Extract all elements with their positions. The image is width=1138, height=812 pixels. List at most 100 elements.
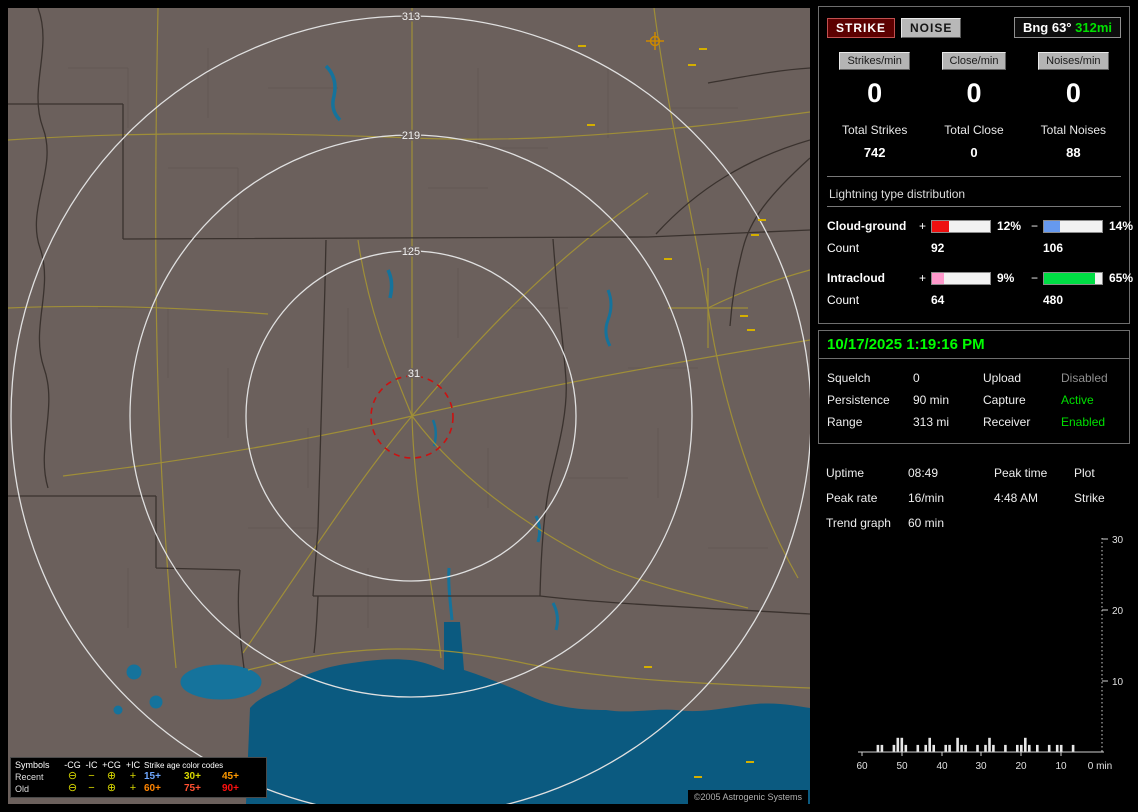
age-75: 75+: [184, 783, 222, 794]
ring-label-219: 219: [402, 130, 420, 142]
minus-sign: −: [1031, 271, 1043, 285]
copyright-text: ©2005 Astrogenic Systems: [688, 790, 808, 804]
neg-ic-recent-icon: −: [82, 771, 101, 782]
bearing-readout: Bng 63° 312mi: [1014, 17, 1121, 38]
persistence-value: 90 min: [913, 393, 983, 407]
intracloud-count-row: Count 64 480: [825, 293, 1123, 307]
ic-minus-count: 480: [1043, 293, 1103, 307]
range-label: Range: [827, 415, 913, 429]
neg-cg-recent-icon: ⊖: [63, 771, 82, 782]
plot-value: Strike: [1074, 491, 1122, 505]
uptime-label: Uptime: [826, 466, 908, 480]
ic-plus-count: 64: [931, 293, 991, 307]
lightning-map[interactable]: 313 219 125 31 Symbols -CG -IC +CG +IC S…: [8, 8, 810, 804]
total-noises-label: Total Noises: [1041, 123, 1106, 137]
ic-plus-bar: [931, 272, 991, 285]
age-45: 45+: [222, 771, 262, 782]
peak-time-label: Peak time: [994, 466, 1074, 480]
cg-plus-count: 92: [931, 241, 991, 255]
distribution-title: Lightning type distribution: [827, 177, 1121, 207]
upload-label: Upload: [983, 371, 1061, 385]
legend-symbols-header: Symbols: [15, 760, 63, 770]
cg-plus-pct: 12%: [991, 219, 1031, 233]
noises-per-min-button[interactable]: Noises/min: [1038, 52, 1108, 70]
ring-label-313: 313: [402, 11, 420, 23]
plot-label: Plot: [1074, 466, 1122, 480]
x-tick-10: 10: [1055, 761, 1067, 772]
y-tick-20: 20: [1112, 606, 1124, 617]
cg-minus-count: 106: [1043, 241, 1103, 255]
age-15: 15+: [144, 771, 184, 782]
plus-sign: +: [919, 219, 931, 233]
x-tick-20: 20: [1015, 761, 1027, 772]
count-label: Count: [827, 241, 919, 255]
neg-cg-old-icon: ⊖: [63, 783, 82, 794]
cloud-ground-row: Cloud-ground + 12% − 14%: [825, 219, 1123, 233]
x-tick-50: 50: [896, 761, 908, 772]
cloud-ground-count-row: Count 92 106: [825, 241, 1123, 255]
receiver-label: Receiver: [983, 415, 1061, 429]
peak-time-value: 4:48 AM: [994, 491, 1074, 505]
range-value: 313 mi: [913, 415, 983, 429]
noises-per-min-value: 0: [1066, 78, 1081, 109]
pos-ic-recent-icon: +: [122, 771, 144, 782]
x-tick-60: 60: [856, 761, 868, 772]
neg-ic-old-icon: −: [82, 783, 101, 794]
legend-col-pos-cg: +CG: [101, 760, 122, 770]
x-tick-0: 0 min: [1088, 761, 1112, 772]
minus-sign: −: [1031, 219, 1043, 233]
intracloud-row: Intracloud + 9% − 65%: [825, 271, 1123, 285]
status-panel: STRIKE NOISE Bng 63° 312mi Strikes/min C…: [818, 6, 1130, 787]
strikes-per-min-button[interactable]: Strikes/min: [839, 52, 909, 70]
total-close-label: Total Close: [944, 123, 1003, 137]
axis-labels: 30 20 10 60 50 40 30 20 10 0 min: [856, 535, 1123, 772]
age-30: 30+: [184, 771, 222, 782]
statistics-box: STRIKE NOISE Bng 63° 312mi Strikes/min C…: [818, 6, 1130, 324]
squelch-value: 0: [913, 371, 983, 385]
ic-minus-pct: 65%: [1103, 271, 1133, 285]
capture-status: Active: [1061, 393, 1121, 407]
legend-row-old: Old: [15, 784, 63, 794]
age-60: 60+: [144, 783, 184, 794]
pos-cg-old-icon: ⊕: [101, 783, 122, 794]
y-tick-30: 30: [1112, 535, 1124, 546]
legend-row-recent: Recent: [15, 772, 63, 782]
legend-col-pos-ic: +IC: [122, 760, 144, 770]
axis-ticks: [862, 539, 1108, 756]
legend-col-neg-cg: -CG: [63, 760, 82, 770]
persistence-label: Persistence: [827, 393, 913, 407]
close-per-min-button[interactable]: Close/min: [942, 52, 1007, 70]
cg-minus-bar: [1043, 220, 1103, 233]
ring-label-125: 125: [402, 246, 420, 258]
age-90: 90+: [222, 783, 262, 794]
squelch-label: Squelch: [827, 371, 913, 385]
receiver-status: Enabled: [1061, 415, 1121, 429]
total-strikes-value: 742: [864, 145, 886, 160]
count-label: Count: [827, 293, 919, 307]
datetime-display: 10/17/2025 1:19:16 PM: [819, 331, 1129, 359]
settings-box: 10/17/2025 1:19:16 PM Squelch 0 Upload D…: [818, 330, 1130, 444]
ic-minus-bar: [1043, 272, 1103, 285]
pos-cg-recent-icon: ⊕: [101, 771, 122, 782]
strikes-per-min-value: 0: [867, 78, 882, 109]
map-canvas: 313 219 125 31: [8, 8, 810, 804]
total-noises-value: 88: [1066, 145, 1080, 160]
strike-button[interactable]: STRIKE: [827, 18, 895, 38]
uptime-section: Uptime 08:49 Peak time Plot Peak rate 16…: [818, 466, 1130, 530]
total-strikes-label: Total Strikes: [842, 123, 907, 137]
cg-minus-pct: 14%: [1103, 219, 1133, 233]
upload-status: Disabled: [1061, 371, 1121, 385]
x-tick-30: 30: [975, 761, 987, 772]
uptime-value: 08:49: [908, 466, 994, 480]
ring-label-31: 31: [408, 368, 420, 380]
trend-graph: 30 20 10 60 50 40 30 20 10 0 min: [832, 534, 1132, 782]
distance-value: 312mi: [1075, 20, 1112, 35]
peak-rate-value: 16/min: [908, 491, 994, 505]
cloud-ground-label: Cloud-ground: [827, 219, 919, 233]
cg-plus-bar: [931, 220, 991, 233]
noise-button[interactable]: NOISE: [901, 18, 961, 38]
x-tick-40: 40: [936, 761, 948, 772]
intracloud-label: Intracloud: [827, 271, 919, 285]
close-per-min-value: 0: [966, 78, 981, 109]
peak-rate-label: Peak rate: [826, 491, 908, 505]
